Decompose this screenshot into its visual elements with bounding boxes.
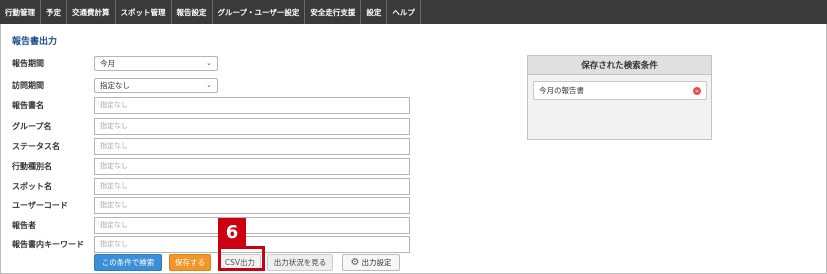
reporter-row: 報告者 指定なし [12, 216, 410, 234]
user-code-input[interactable]: 指定なし [94, 196, 410, 214]
visit-period-row: 訪問期間 指定なし ⌄ [12, 76, 218, 94]
spot-name-label: スポット名 [12, 181, 52, 191]
period-row: 報告期間 今月 ⌄ [12, 54, 218, 72]
callout-number: 6 [218, 218, 246, 246]
activity-type-row: 行動種別名 指定なし [12, 157, 410, 175]
user-code-label: ユーザーコード [12, 200, 68, 210]
period-select[interactable]: 今月 ⌄ [94, 55, 218, 71]
spot-name-input[interactable]: 指定なし [94, 177, 410, 195]
search-button[interactable]: この条件で検索 [94, 253, 162, 271]
user-code-row: ユーザーコード 指定なし [12, 196, 410, 214]
save-button[interactable]: 保存する [169, 253, 211, 271]
period-label: 報告期間 [12, 58, 44, 68]
nav-item-safe-driving[interactable]: 安全走行支援 [305, 0, 362, 24]
visit-period-value: 指定なし [100, 80, 130, 90]
saved-search-panel: 保存された検索条件 今月の報告書 – [527, 55, 712, 140]
nav-item-report-settings[interactable]: 報告設定 [172, 0, 213, 24]
group-name-input[interactable]: 指定なし [94, 117, 410, 135]
nav-item-travel-expense[interactable]: 交通費計算 [67, 0, 116, 24]
nav-item-help[interactable]: ヘルプ [387, 0, 421, 24]
chevron-down-icon: ⌄ [206, 81, 212, 89]
report-name-row: 報告書名 指定なし [12, 96, 410, 114]
status-name-input[interactable]: 指定なし [94, 137, 410, 155]
remove-icon[interactable]: – [693, 86, 701, 95]
nav-item-schedule[interactable]: 予定 [41, 0, 67, 24]
period-value: 今月 [100, 58, 115, 68]
visit-period-label: 訪問期間 [12, 80, 44, 90]
nav-item-activity[interactable]: 行動管理 [0, 0, 41, 24]
group-name-label: グループ名 [12, 121, 52, 131]
nav-item-spot[interactable]: スポット管理 [116, 0, 172, 24]
nav-item-settings[interactable]: 設定 [361, 0, 388, 24]
page-title: 報告書出力 [12, 37, 58, 47]
reporter-input[interactable]: 指定なし [94, 216, 410, 234]
export-settings-button[interactable]: ⚙ 出力設定 [342, 253, 400, 271]
chevron-down-icon: ⌄ [206, 59, 212, 67]
report-name-input[interactable]: 指定なし [94, 96, 410, 114]
keyword-label: 報告書内キーワード [12, 239, 84, 249]
top-nav: 行動管理 予定 交通費計算 スポット管理 報告設定 グループ・ユーザー設定 安全… [0, 0, 827, 24]
group-name-row: グループ名 指定なし [12, 117, 410, 135]
nav-item-group-user[interactable]: グループ・ユーザー設定 [213, 0, 306, 24]
activity-type-input[interactable]: 指定なし [94, 157, 410, 175]
spot-name-row: スポット名 指定なし [12, 177, 410, 195]
callout-highlight [218, 246, 265, 271]
export-status-button[interactable]: 出力状況を見る [267, 253, 333, 271]
status-name-row: ステータス名 指定なし [12, 137, 410, 155]
gear-icon: ⚙ [350, 256, 360, 268]
saved-search-item[interactable]: 今月の報告書 – [533, 81, 707, 100]
saved-search-title: 保存された検索条件 [528, 56, 711, 75]
reporter-label: 報告者 [12, 220, 36, 230]
activity-type-label: 行動種別名 [12, 161, 52, 171]
keyword-row: 報告書内キーワード 指定なし [12, 235, 410, 253]
visit-period-select[interactable]: 指定なし ⌄ [94, 77, 218, 93]
export-settings-label: 出力設定 [361, 257, 392, 267]
status-name-label: ステータス名 [12, 141, 60, 151]
saved-search-item-label: 今月の報告書 [539, 86, 584, 95]
report-name-label: 報告書名 [12, 100, 44, 110]
